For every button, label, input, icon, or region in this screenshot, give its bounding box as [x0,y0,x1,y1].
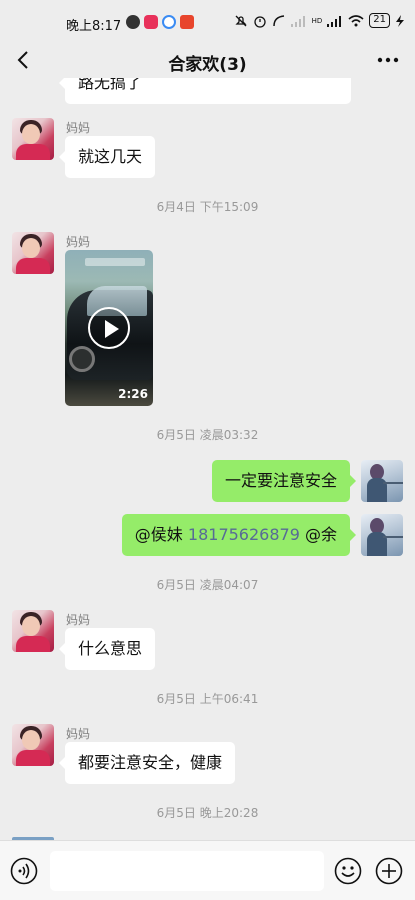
plus-icon[interactable] [375,857,403,885]
status-bar: 晚上8:17 HD 21 [0,0,415,44]
timestamp: 6月5日 凌晨03:32 [156,428,259,442]
chat-title: 合家欢(3) [168,55,247,75]
timestamp: 6月5日 凌晨04:07 [156,578,259,592]
message-input[interactable] [50,851,324,891]
message-list[interactable]: 路无搞了 妈妈 就这几天 6月4日 下午15:09 妈妈 2:26 6月5日 凌… [0,78,415,840]
message-text: 一定要注意安全 [224,471,337,490]
app-notification-icon [144,15,158,29]
status-time: 晚上8:17 [66,19,122,34]
signal-weak-icon [290,15,305,27]
message-text: 就这几天 [78,147,143,166]
app-notification-icon [180,15,194,29]
input-bar [0,840,415,900]
timestamp: 6月5日 晚上20:28 [156,806,259,820]
mention-text[interactable]: @余 [305,525,337,544]
avatar[interactable] [12,118,54,160]
sender-name: 妈妈 [66,727,91,741]
message-bubble[interactable]: 路无搞了 [59,78,351,104]
sender-name: 妈妈 [66,121,91,135]
chat-header: 合家欢(3) [0,44,415,78]
avatar[interactable] [12,724,54,766]
sender-name: 妈妈 [66,613,91,627]
app-notification-icon [126,15,140,29]
status-indicators: HD 21 [234,13,405,28]
signal-strong-icon [327,15,342,27]
avatar[interactable] [361,514,403,556]
app-notification-icon [162,15,176,29]
avatar[interactable] [12,232,54,274]
message-text: 什么意思 [78,639,143,658]
play-icon[interactable] [88,307,130,349]
message-text: 都要注意安全，健康 [78,753,223,772]
alarm-icon [253,15,266,28]
avatar[interactable] [12,610,54,652]
video-message[interactable]: 2:26 [65,250,153,406]
voice-icon[interactable] [10,857,38,885]
video-thumbnail-wheel [69,346,95,372]
timestamp: 6月5日 上午06:41 [156,692,259,706]
avatar[interactable] [361,460,403,502]
message-bubble[interactable]: 一定要注意安全 [211,460,357,502]
charging-icon [396,14,404,27]
wifi-icon [348,14,364,26]
video-duration: 2:26 [118,387,148,401]
network-badge: HD [311,16,323,25]
sender-name: 妈妈 [66,235,91,249]
timestamp: 6月4日 下午15:09 [156,200,259,214]
phone-number-link[interactable]: 18175626879 [188,525,300,544]
phone-signal-icon [272,14,284,26]
message-bubble[interactable]: @侯妹 18175626879 @余 [121,514,357,556]
message-bubble[interactable]: 就这几天 [58,136,156,178]
mention-text[interactable]: @侯妹 [135,525,183,544]
battery-indicator: 21 [369,13,390,28]
message-bubble[interactable]: 都要注意安全，健康 [58,742,236,784]
message-text: 路无搞了 [78,78,143,92]
video-caption-overlay [85,258,145,266]
more-icon[interactable] [375,48,401,72]
message-bubble[interactable]: 什么意思 [58,628,156,670]
mute-icon [235,15,247,26]
emoji-icon[interactable] [334,857,362,885]
